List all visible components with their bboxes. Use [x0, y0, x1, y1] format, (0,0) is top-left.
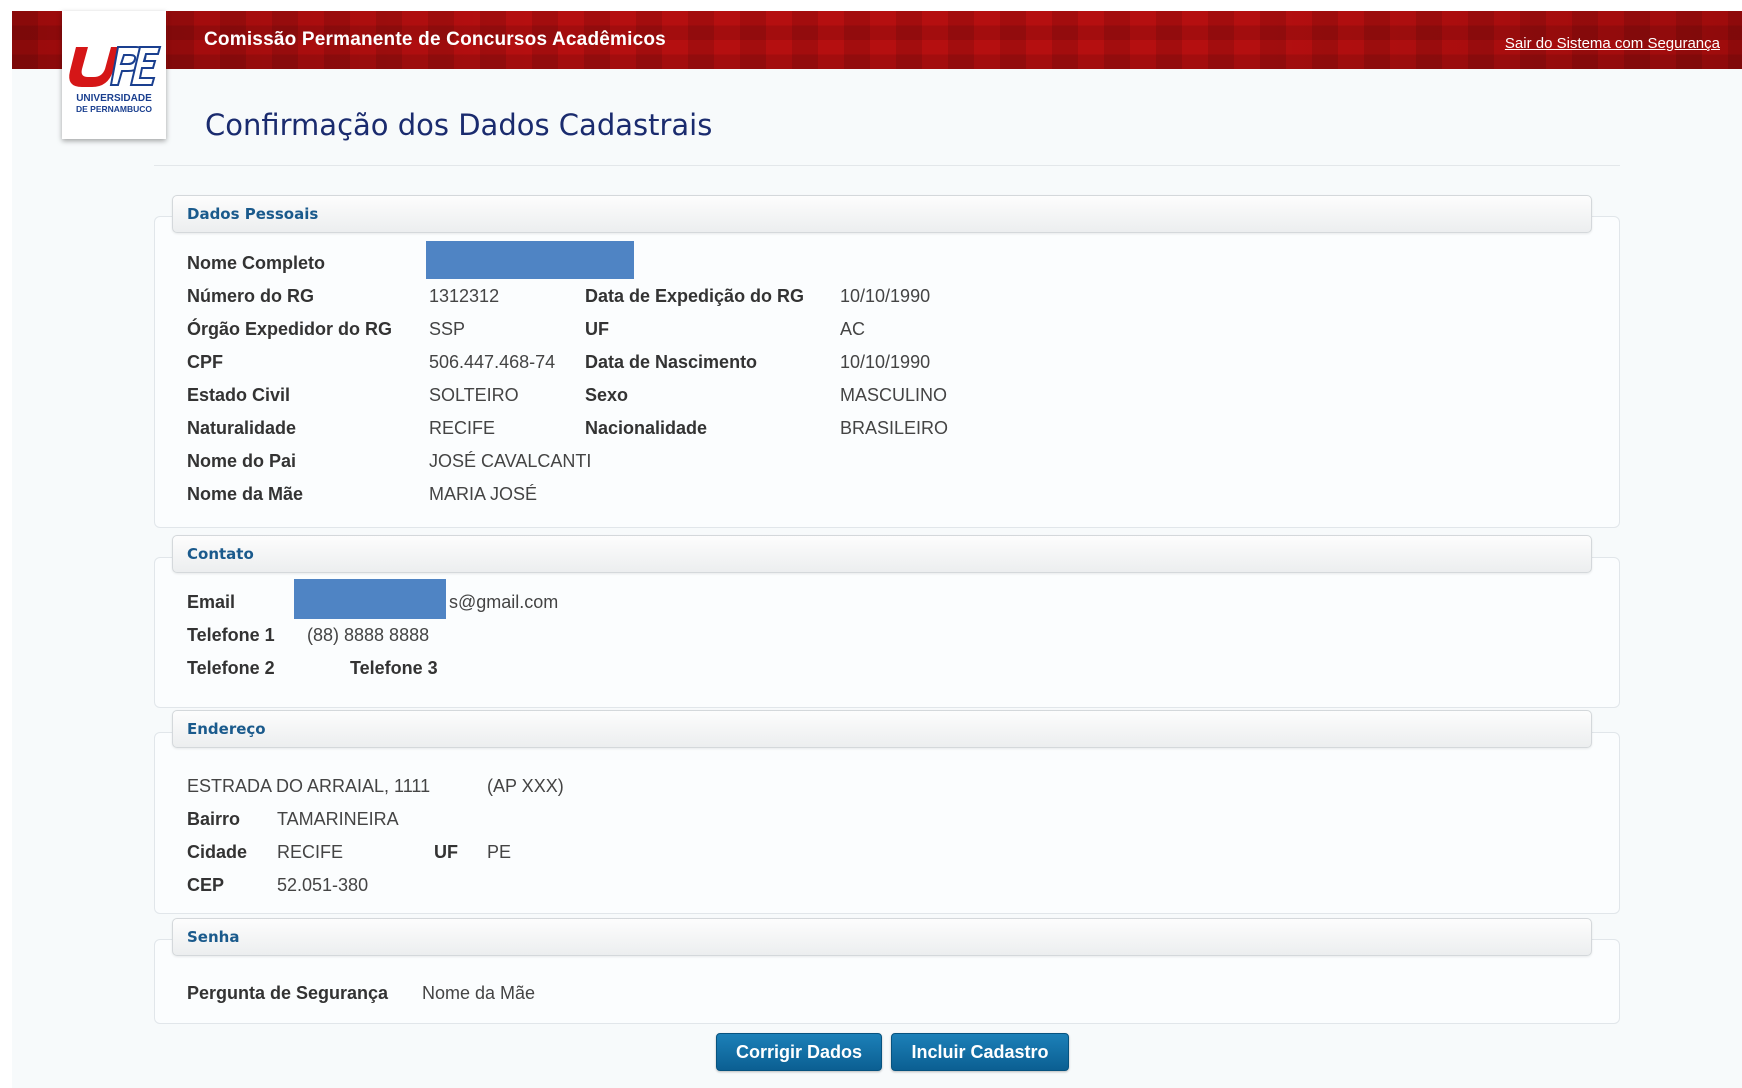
nationality-label: Nacionalidade — [585, 418, 708, 438]
page-container: Comissão Permanente de Concursos Acadêmi… — [12, 11, 1742, 1088]
personal-data-heading: Dados Pessoais — [187, 205, 319, 223]
cep-value: 52.051-380 — [277, 875, 369, 895]
header-bar: Comissão Permanente de Concursos Acadêmi… — [12, 11, 1742, 69]
cpf-label: CPF — [187, 352, 223, 372]
rg-issuer-label: Órgão Expedidor do RG — [187, 319, 393, 339]
security-question-value: Nome da Mãe — [422, 983, 536, 1003]
phone3-label: Telefone 3 — [350, 658, 438, 678]
personal-data-header: Dados Pessoais — [172, 195, 1592, 233]
complement-value: (AP XXX) — [487, 776, 564, 796]
birth-date-label: Data de Nascimento — [585, 352, 758, 372]
rg-value: 1312312 — [429, 286, 500, 306]
rg-label: Número do RG — [187, 286, 315, 306]
neighborhood-value: TAMARINEIRA — [277, 809, 399, 829]
civil-status-label: Estado Civil — [187, 385, 291, 405]
sex-label: Sexo — [585, 385, 629, 405]
password-heading: Senha — [187, 928, 240, 946]
address-heading: Endereço — [187, 720, 266, 738]
mother-name-value: MARIA JOSÉ — [429, 484, 538, 504]
birthplace-value: RECIFE — [429, 418, 496, 438]
address-uf-label: UF — [434, 842, 458, 862]
email-value: s@gmail.com — [449, 592, 559, 612]
upe-logo: UNIVERSIDADE DE PERNAMBUCO — [62, 11, 166, 139]
logo-text-line1: UNIVERSIDADE — [76, 93, 152, 104]
phone1-value: (88) 8888 8888 — [307, 625, 430, 645]
logout-link[interactable]: Sair do Sistema com Segurança — [1505, 35, 1720, 52]
father-name-value: JOSÉ CAVALCANTI — [429, 451, 592, 471]
rg-uf-value: AC — [840, 319, 866, 339]
birth-date-value: 10/10/1990 — [840, 352, 931, 372]
rg-exp-date-label: Data de Expedição do RG — [585, 286, 805, 306]
correct-data-button[interactable]: Corrigir Dados — [716, 1033, 882, 1071]
security-question-label: Pergunta de Segurança — [187, 983, 389, 1003]
city-label: Cidade — [187, 842, 248, 862]
contact-heading: Contato — [187, 545, 254, 563]
email-label: Email — [187, 592, 236, 612]
cep-label: CEP — [187, 875, 225, 895]
rg-uf-label: UF — [585, 319, 609, 339]
page-title: Confirmação dos Dados Cadastrais — [205, 108, 713, 142]
title-divider — [154, 165, 1620, 166]
civil-status-value: SOLTEIRO — [429, 385, 519, 405]
birthplace-label: Naturalidade — [187, 418, 297, 438]
email-redacted — [294, 579, 446, 619]
logo-text-line2: DE PERNAMBUCO — [76, 104, 152, 114]
address-uf-value: PE — [487, 842, 512, 862]
contact-header: Contato — [172, 535, 1592, 573]
phone1-label: Telefone 1 — [187, 625, 275, 645]
city-value: RECIFE — [277, 842, 344, 862]
cpf-value: 506.447.468-74 — [429, 352, 556, 372]
upe-logo-mark: UNIVERSIDADE DE PERNAMBUCO — [69, 46, 162, 114]
sex-value: MASCULINO — [840, 385, 948, 405]
rg-issuer-value: SSP — [429, 319, 466, 339]
rg-exp-date-value: 10/10/1990 — [840, 286, 931, 306]
submit-registration-button[interactable]: Incluir Cadastro — [891, 1033, 1069, 1071]
full-name-label: Nome Completo — [187, 253, 326, 273]
password-header: Senha — [172, 918, 1592, 956]
header-title: Comissão Permanente de Concursos Acadêmi… — [204, 29, 666, 50]
phone2-label: Telefone 2 — [187, 658, 275, 678]
street-value: ESTRADA DO ARRAIAL, 1111 — [187, 776, 431, 796]
father-name-label: Nome do Pai — [187, 451, 297, 471]
address-header: Endereço — [172, 710, 1592, 748]
mother-name-label: Nome da Mãe — [187, 484, 304, 504]
nationality-value: BRASILEIRO — [840, 418, 949, 438]
full-name-redacted — [426, 241, 634, 279]
neighborhood-label: Bairro — [187, 809, 241, 829]
